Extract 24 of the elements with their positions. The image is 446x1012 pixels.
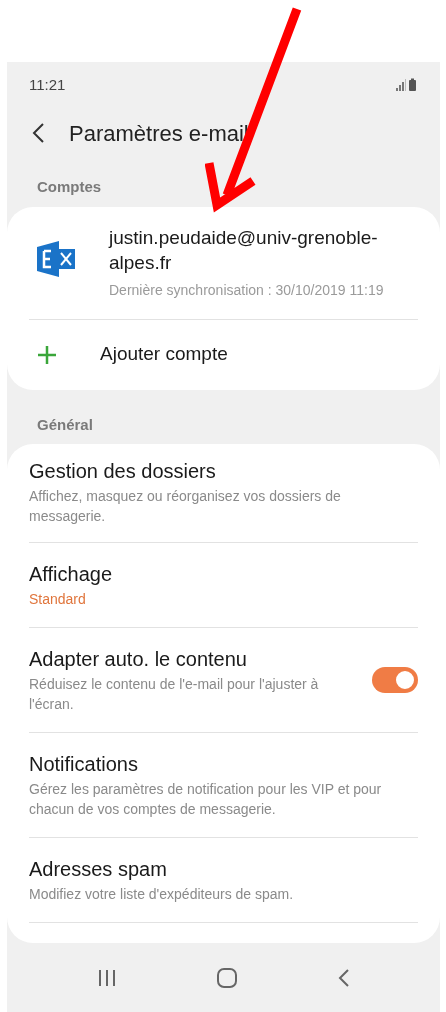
section-heading: Général (36, 414, 94, 435)
toggle-switch[interactable] (372, 667, 418, 693)
setting-description: Modifiez votre liste d'expéditeurs de spam. (29, 885, 295, 904)
status-time: 11:21 (29, 74, 66, 95)
setting-title: Adapter auto. le contenu (29, 647, 248, 672)
setting-title: Adresses spam (29, 857, 168, 882)
signal-battery-icon (396, 78, 418, 92)
setting-description: Réduisez le contenu de l'e-mail pour l'ajuster à l'écran. (29, 675, 320, 714)
setting-value: Standard (29, 590, 87, 609)
setting-title: Notifications (29, 752, 139, 777)
sync-status: Dernière synchronisation : 30/10/2019 11:19 (109, 280, 385, 300)
back-icon[interactable] (31, 122, 45, 144)
setting-description: Gérez les paramètres de notification pour les VIP et pour chacun de vos comptes de messagerie. (29, 780, 383, 819)
setting-description: Affichez, masquez ou réorganisez vos dossiers de messagerie. (29, 487, 342, 526)
back-nav-icon[interactable] (336, 967, 351, 988)
section-heading: Comptes (36, 177, 103, 197)
add-account-button[interactable]: Ajouter compte (7, 319, 440, 390)
setting-title: Gestion des dossiers (29, 459, 217, 484)
account-email[interactable]: justin.peudaide@univ-grenoble-alpes.fr (109, 224, 399, 275)
plus-icon (37, 344, 57, 365)
setting-title: Affichage (29, 562, 114, 587)
recents-icon[interactable] (96, 968, 117, 987)
exchange-icon (37, 240, 77, 277)
home-icon[interactable] (215, 966, 238, 989)
